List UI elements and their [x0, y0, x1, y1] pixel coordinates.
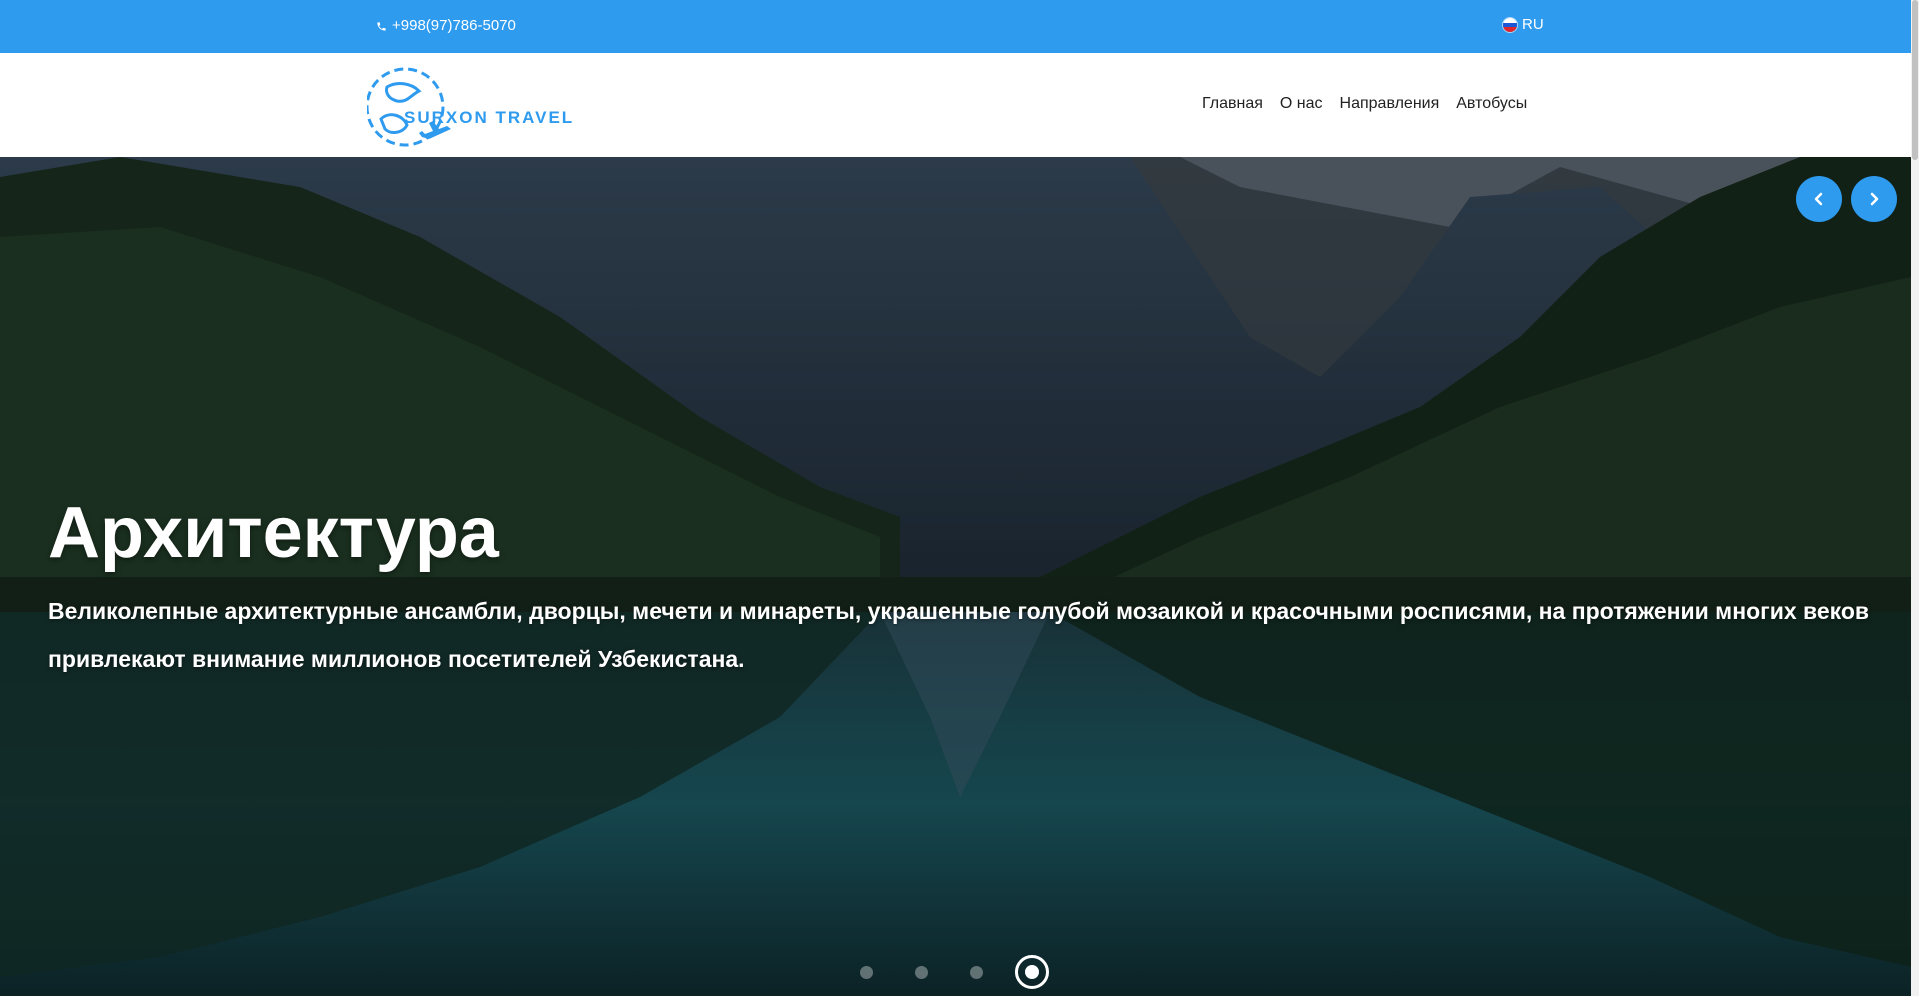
nav-item-destinations[interactable]: Направления: [1340, 94, 1440, 114]
slider-dot-1[interactable]: [860, 965, 873, 979]
page-scrollbar[interactable]: [1911, 0, 1919, 996]
hero-title: Архитектура: [48, 493, 499, 573]
hero-background-image: [0, 157, 1911, 996]
slider-dot-3[interactable]: [970, 965, 983, 979]
nav-item-home[interactable]: Главная: [1202, 94, 1263, 114]
slider-prev-button[interactable]: [1796, 176, 1842, 222]
main-nav: Главная О нас Направления Автобусы: [1202, 94, 1527, 114]
top-bar: +998(97)786-5070 RU: [0, 0, 1911, 53]
slider-next-button[interactable]: [1851, 176, 1897, 222]
slider-pagination: [860, 955, 1049, 989]
logo-globe-icon: [367, 67, 451, 147]
russia-flag-icon: [1502, 17, 1518, 33]
language-label: RU: [1522, 16, 1544, 33]
chevron-right-icon: [1870, 192, 1879, 206]
hero-slider: Архитектура Великолепные архитектурные а…: [0, 157, 1911, 996]
phone-icon: [376, 21, 387, 32]
nav-item-about[interactable]: О нас: [1280, 94, 1323, 114]
chevron-left-icon: [1814, 192, 1823, 206]
phone-number: +998(97)786-5070: [392, 17, 516, 34]
scrollbar-thumb[interactable]: [1912, 0, 1918, 160]
nav-item-buses[interactable]: Автобусы: [1456, 94, 1527, 114]
slider-dot-4-active[interactable]: [1015, 955, 1049, 989]
site-header: SURXON TRAVEL Главная О нас Направления …: [0, 53, 1911, 157]
slider-dot-2[interactable]: [915, 965, 928, 979]
hero-description: Великолепные архитектурные ансамбли, дво…: [48, 598, 1870, 672]
language-switcher[interactable]: RU: [1502, 16, 1544, 34]
site-logo[interactable]: SURXON TRAVEL: [367, 63, 587, 151]
logo-text: SURXON TRAVEL: [404, 108, 575, 127]
contact-phone[interactable]: +998(97)786-5070: [376, 17, 516, 35]
